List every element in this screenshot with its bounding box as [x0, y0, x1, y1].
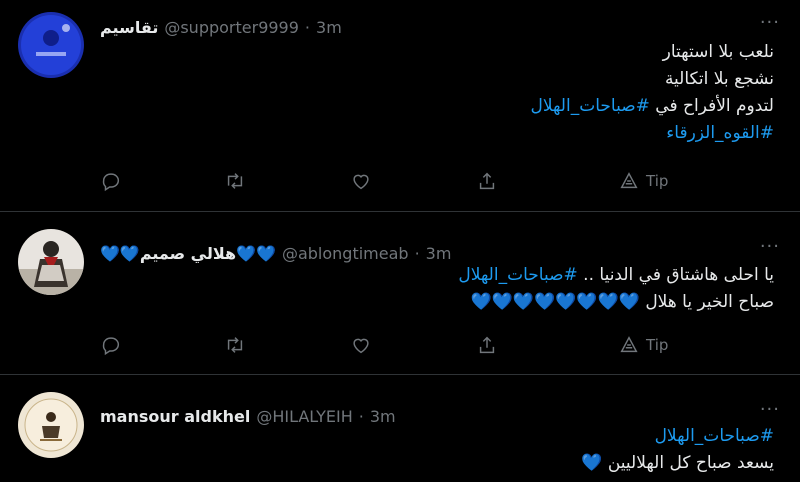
tweet-card[interactable]: 💙💙هلالي صميم💙💙 @ablongtimeab · 3m ··· يا… — [0, 212, 800, 375]
user-handle[interactable]: @ablongtimeab — [282, 244, 409, 263]
tweet-line-text: صباح الخير يا هلال — [645, 292, 774, 312]
share-icon — [479, 172, 495, 190]
like-button[interactable] — [350, 334, 372, 356]
display-name[interactable]: 💙💙هلالي صميم💙💙 — [100, 244, 276, 263]
share-icon — [479, 336, 495, 354]
retweet-icon — [227, 337, 243, 353]
tweet-header: تقاسيم @supporter9999 · 3m — [100, 18, 342, 37]
tip-icon — [620, 336, 638, 353]
tweet-header: mansour aldkhel @HILALYEIH · 3m — [100, 407, 396, 426]
tweet-line: نشجع بلا اتكالية — [664, 69, 774, 89]
action-bar: Tip — [100, 332, 690, 358]
tip-icon — [620, 172, 638, 189]
share-button[interactable] — [476, 334, 498, 356]
like-button[interactable] — [350, 170, 372, 192]
retweet-icon — [227, 173, 243, 189]
tweet-line-text: يا احلى هاشتاق في الدنيا .. — [583, 265, 774, 285]
tweet-text: نلعب بلا استهتار نشجع بلا اتكالية لتدوم … — [530, 39, 774, 147]
separator-dot: · — [304, 18, 311, 37]
hashtag-link[interactable]: #صباحات_الهلال — [458, 265, 577, 285]
tip-button[interactable]: Tip — [618, 170, 668, 192]
separator-dot: · — [358, 407, 364, 426]
reply-icon — [102, 337, 120, 356]
tip-label: Tip — [646, 336, 669, 354]
avatar[interactable] — [18, 392, 84, 458]
like-icon — [353, 338, 369, 354]
tweet-line: لتدوم الأفراح في #صباحات_الهلال — [530, 93, 774, 120]
action-bar: Tip — [100, 168, 690, 194]
tweet-line: نلعب بلا استهتار — [662, 42, 774, 62]
heart-emojis: 💙💙💙💙💙💙💙💙 — [470, 292, 640, 312]
hashtag-link[interactable]: #صباحات_الهلال — [581, 423, 774, 450]
more-options-button[interactable]: ··· — [760, 401, 780, 419]
tweet-text: يا احلى هاشتاق في الدنيا .. #صباحات_الهل… — [458, 262, 774, 316]
heart-emojis: 💙 — [581, 453, 603, 473]
more-options-button[interactable]: ··· — [760, 238, 780, 256]
hashtag-link[interactable]: #القوه_الزرقاء — [530, 120, 774, 147]
reply-button[interactable] — [100, 170, 122, 192]
user-handle[interactable]: @supporter9999 — [164, 18, 299, 37]
tweet-text: #صباحات_الهلال يسعد صباح كل الهلاليين 💙 — [581, 423, 774, 477]
user-handle[interactable]: @HILALYEIH — [256, 407, 352, 426]
hashtag-link[interactable]: #صباحات_الهلال — [530, 96, 649, 116]
tweet-line: يسعد صباح كل الهلاليين 💙 — [581, 450, 774, 477]
reply-icon — [102, 173, 120, 192]
timestamp[interactable]: 3m — [426, 244, 452, 263]
tweet-card[interactable]: mansour aldkhel @HILALYEIH · 3m ··· #صبا… — [0, 375, 800, 482]
more-options-button[interactable]: ··· — [760, 14, 780, 32]
tweet-line-text: لتدوم الأفراح في — [655, 96, 774, 116]
tip-button[interactable]: Tip — [618, 334, 668, 356]
display-name[interactable]: تقاسيم — [100, 18, 158, 37]
like-icon — [353, 174, 369, 190]
display-name[interactable]: mansour aldkhel — [100, 407, 250, 426]
tweet-header: 💙💙هلالي صميم💙💙 @ablongtimeab · 3m — [100, 244, 451, 263]
timestamp[interactable]: 3m — [370, 407, 396, 426]
avatar[interactable] — [18, 12, 84, 78]
tweet-card[interactable]: تقاسيم @supporter9999 · 3m ··· نلعب بلا … — [0, 0, 800, 212]
avatar[interactable] — [18, 229, 84, 295]
tweet-line: صباح الخير يا هلال 💙💙💙💙💙💙💙💙 — [458, 289, 774, 316]
share-button[interactable] — [476, 170, 498, 192]
reply-button[interactable] — [100, 334, 122, 356]
separator-dot: · — [414, 244, 420, 263]
timestamp[interactable]: 3m — [316, 18, 342, 37]
tweet-line: يا احلى هاشتاق في الدنيا .. #صباحات_الهل… — [458, 262, 774, 289]
tweet-line-text: يسعد صباح كل الهلاليين — [607, 453, 774, 473]
tip-label: Tip — [646, 172, 669, 190]
retweet-button[interactable] — [224, 334, 246, 356]
retweet-button[interactable] — [224, 170, 246, 192]
